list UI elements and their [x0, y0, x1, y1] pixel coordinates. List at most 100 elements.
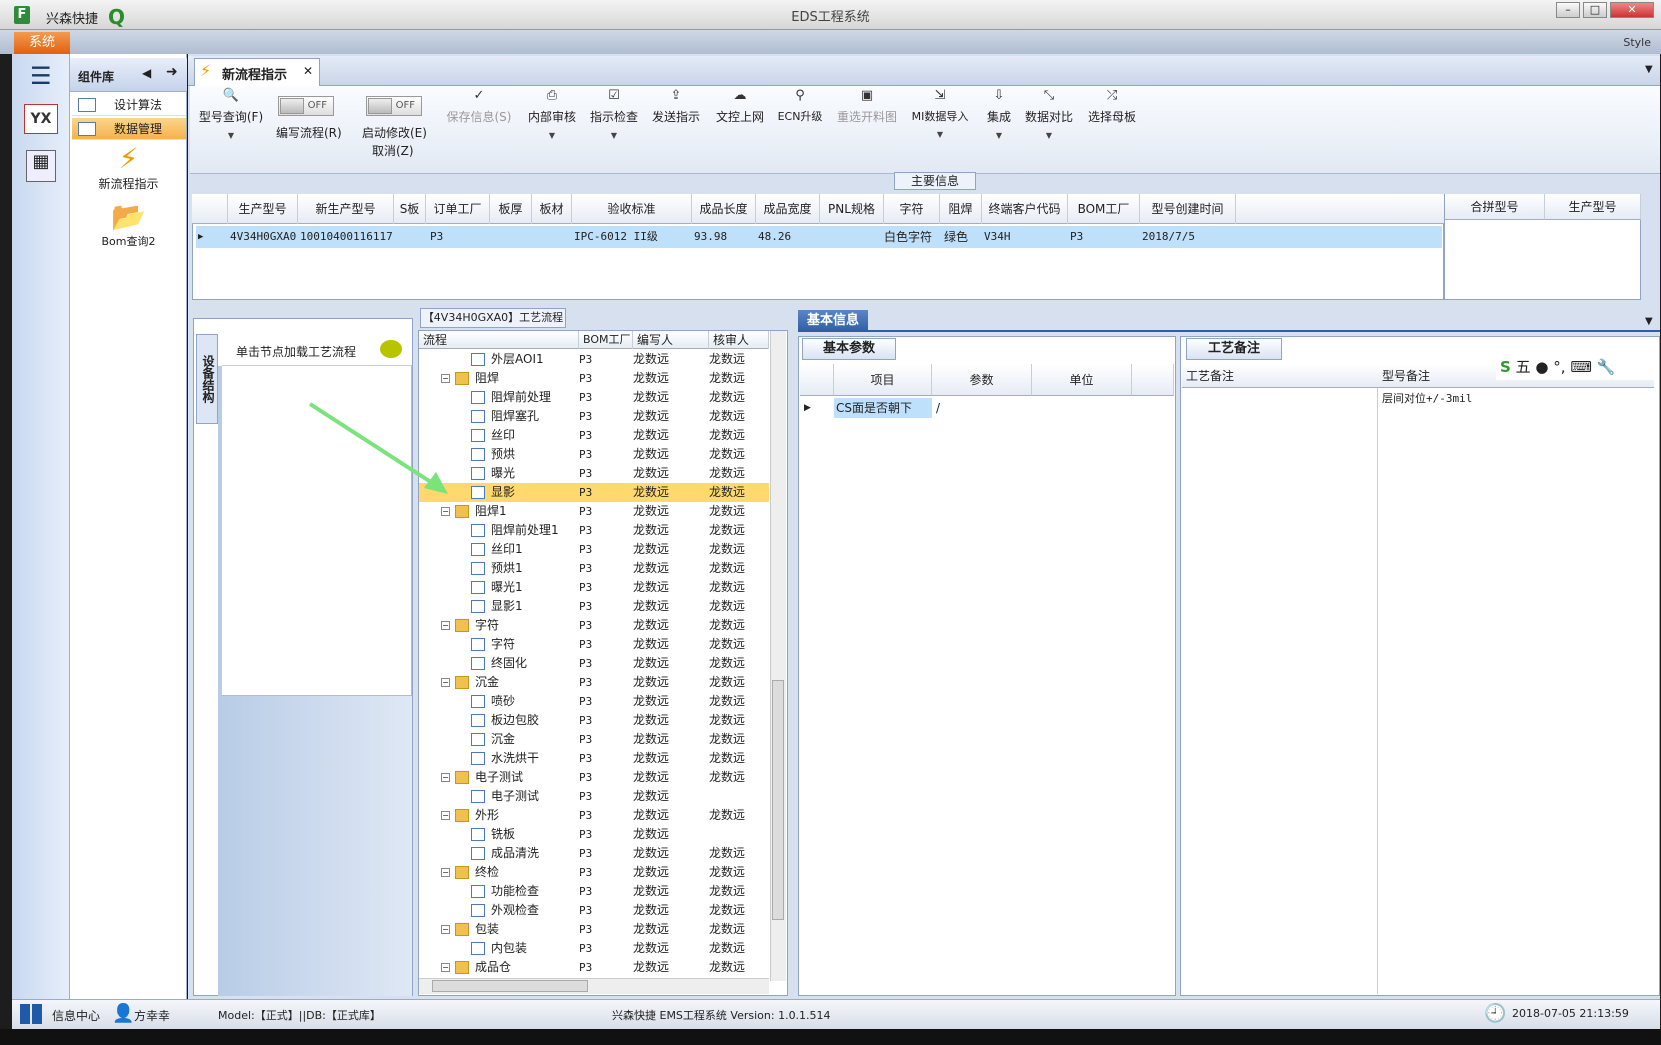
collapse-icon[interactable]: − — [441, 811, 450, 820]
table-cell[interactable]: CS面是否朝下 — [836, 398, 912, 418]
doc-upload-button[interactable]: ☁ 文控上网 — [712, 88, 768, 125]
info-center-label[interactable]: 信息中心 — [52, 1007, 100, 1024]
flow-step-row[interactable]: 字符 P3 龙数远 龙数远 — [419, 635, 769, 654]
cancel-label[interactable]: 取消(Z) — [372, 142, 414, 159]
select-motherboard-button[interactable]: ⤮ 选择母板 — [1084, 88, 1140, 125]
new-flow-instruction-shortcut[interactable]: ⚡ 新流程指示 — [70, 142, 187, 192]
column-header[interactable]: 流程 — [419, 331, 579, 349]
flow-step-row[interactable]: 终固化 P3 龙数远 龙数远 — [419, 654, 769, 673]
save-info-button[interactable]: ✓ 保存信息(S) — [444, 88, 514, 125]
model-notes-column[interactable] — [1378, 364, 1654, 994]
column-header[interactable]: 单位 — [1032, 364, 1132, 396]
menu-icon[interactable]: ☰ — [30, 62, 52, 90]
maximize-button[interactable]: □ — [1583, 2, 1607, 18]
flow-step-row[interactable]: 沉金 P3 龙数远 龙数远 — [419, 730, 769, 749]
collapse-icon[interactable]: − — [441, 773, 450, 782]
factory-icon[interactable]: YX — [24, 104, 58, 134]
reselect-material-button[interactable]: ▣ 重选开料图 — [832, 88, 902, 125]
component-item-design-algorithm[interactable]: 设计算法 — [72, 94, 186, 116]
flow-step-row[interactable]: 预烘 P3 龙数远 龙数远 — [419, 445, 769, 464]
collapse-icon[interactable]: − — [441, 925, 450, 934]
flow-step-row[interactable]: 外观检查 P3 龙数远 龙数远 — [419, 901, 769, 920]
flow-group-row[interactable]: − 终检 P3 龙数远 龙数远 — [419, 863, 769, 882]
flow-step-row[interactable]: 电子测试 P3 龙数远 — [419, 787, 769, 806]
column-header[interactable]: 阻焊 — [940, 194, 982, 224]
model-query-button[interactable]: 🔍 型号查询(F) ▼ — [196, 88, 266, 140]
flow-step-row[interactable]: 预烘1 P3 龙数远 龙数远 — [419, 559, 769, 578]
table-cell[interactable]: 2018/7/5 — [1142, 226, 1195, 248]
flow-step-row[interactable]: 阻焊前处理1 P3 龙数远 龙数远 — [419, 521, 769, 540]
table-cell[interactable]: P3 — [430, 226, 443, 248]
process-notes-column[interactable] — [1182, 364, 1378, 994]
flow-group-row[interactable]: − 沉金 P3 龙数远 龙数远 — [419, 673, 769, 692]
column-header[interactable]: 核审人 — [709, 331, 769, 349]
close-window-button[interactable]: ✕ — [1610, 2, 1654, 18]
flow-step-row[interactable]: 水洗烘干 P3 龙数远 龙数远 — [419, 749, 769, 768]
table-cell[interactable]: 绿色 — [944, 226, 968, 248]
scrollbar-thumb[interactable] — [772, 680, 784, 920]
flow-step-row[interactable]: 铣板 P3 龙数远 — [419, 825, 769, 844]
integrate-button[interactable]: ⇩ 集成 ▼ — [982, 88, 1016, 140]
grid-icon[interactable] — [20, 1004, 42, 1024]
column-header[interactable]: BOM工厂 — [1068, 194, 1140, 224]
instruction-check-button[interactable]: ☑ 指示检查 ▼ — [586, 88, 642, 140]
flow-step-row[interactable]: 板边包胶 P3 龙数远 龙数远 — [419, 711, 769, 730]
calculator-icon[interactable]: ▦ — [26, 150, 56, 182]
column-header[interactable]: 成品长度 — [692, 194, 756, 224]
column-header[interactable]: S板 — [394, 194, 426, 224]
flow-step-row[interactable]: 喷砂 P3 龙数远 龙数远 — [419, 692, 769, 711]
ime-toolbar[interactable]: S 五 ● °, ⌨ 🔧 — [1496, 356, 1656, 380]
column-header[interactable]: 生产型号 — [228, 194, 298, 224]
process-notes-tab[interactable]: 工艺备注 — [1186, 338, 1282, 360]
flow-group-row[interactable]: − 阻焊 P3 龙数远 龙数远 — [419, 369, 769, 388]
device-structure-tab[interactable]: 设备结构 — [196, 334, 218, 424]
table-cell[interactable]: 白色字符 — [884, 226, 932, 248]
table-cell[interactable]: 93.98 — [694, 226, 727, 248]
system-tab[interactable]: 系统 — [14, 32, 70, 54]
flow-group-row[interactable]: − 字符 P3 龙数远 龙数远 — [419, 616, 769, 635]
basic-params-tab[interactable]: 基本参数 — [802, 338, 896, 360]
flow-step-row[interactable]: 阻焊前处理 P3 龙数远 龙数远 — [419, 388, 769, 407]
flow-step-row[interactable]: 显影1 P3 龙数远 龙数远 — [419, 597, 769, 616]
bom-query-shortcut[interactable]: 📂 Bom查询2 — [70, 200, 187, 249]
panel-dropdown-icon[interactable]: ▼ — [1645, 316, 1653, 327]
close-tab-icon[interactable]: ✕ — [303, 64, 313, 78]
flow-step-row[interactable]: 显影 P3 龙数远 龙数远 — [419, 483, 769, 502]
flow-step-row[interactable]: 丝印1 P3 龙数远 龙数远 — [419, 540, 769, 559]
flow-step-row[interactable]: 曝光 P3 龙数远 龙数远 — [419, 464, 769, 483]
basic-info-tab[interactable]: 基本信息 — [798, 310, 868, 332]
table-cell[interactable]: P3 — [1070, 226, 1083, 248]
ecn-upgrade-button[interactable]: ⚲ ECN升级 — [774, 88, 826, 124]
column-header[interactable]: 订单工厂 — [426, 194, 490, 224]
style-menu[interactable]: Style — [1623, 36, 1651, 49]
column-header[interactable]: 型号创建时间 — [1140, 194, 1236, 224]
table-cell[interactable]: 4V34H0GXA0 — [230, 226, 296, 248]
column-header[interactable]: 项目 — [834, 364, 932, 396]
flow-group-row[interactable]: − 包装 P3 龙数远 龙数远 — [419, 920, 769, 939]
column-header[interactable]: 终端客户代码 — [982, 194, 1068, 224]
flow-step-row[interactable]: 阻焊塞孔 P3 龙数远 龙数远 — [419, 407, 769, 426]
column-header[interactable]: 板材 — [532, 194, 572, 224]
flow-group-row[interactable]: − 电子测试 P3 龙数远 龙数远 — [419, 768, 769, 787]
model-note-text[interactable]: 层间对位+/-3mil — [1382, 390, 1472, 406]
minimize-button[interactable]: – — [1556, 2, 1580, 18]
flow-group-row[interactable]: − 外形 P3 龙数远 龙数远 — [419, 806, 769, 825]
collapse-icon[interactable]: − — [441, 621, 450, 630]
column-header[interactable]: 生产型号 — [1545, 194, 1641, 220]
write-flow-toggle[interactable]: OFF — [278, 96, 334, 116]
column-header[interactable]: 合拼型号 — [1445, 194, 1545, 220]
scrollbar-thumb[interactable] — [432, 980, 588, 992]
flow-step-row[interactable]: 曝光1 P3 龙数远 龙数远 — [419, 578, 769, 597]
collapse-left-icon[interactable]: ◀ — [142, 66, 151, 80]
flow-group-row[interactable]: − 成品仓 P3 龙数远 龙数远 — [419, 958, 769, 977]
column-header[interactable]: 成品宽度 — [756, 194, 820, 224]
table-cell[interactable]: IPC-6012 II级 — [574, 226, 658, 248]
flow-step-row[interactable]: 功能检查 P3 龙数远 龙数远 — [419, 882, 769, 901]
start-modify-toggle[interactable]: OFF — [366, 96, 422, 116]
flow-group-row[interactable]: − 阻焊1 P3 龙数远 龙数远 — [419, 502, 769, 521]
table-cell[interactable]: / — [936, 398, 940, 418]
send-instruction-button[interactable]: ⇪ 发送指示 — [648, 88, 704, 125]
collapse-icon[interactable]: − — [441, 374, 450, 383]
collapse-icon[interactable]: − — [441, 963, 450, 972]
column-header[interactable]: 编写人 — [633, 331, 709, 349]
